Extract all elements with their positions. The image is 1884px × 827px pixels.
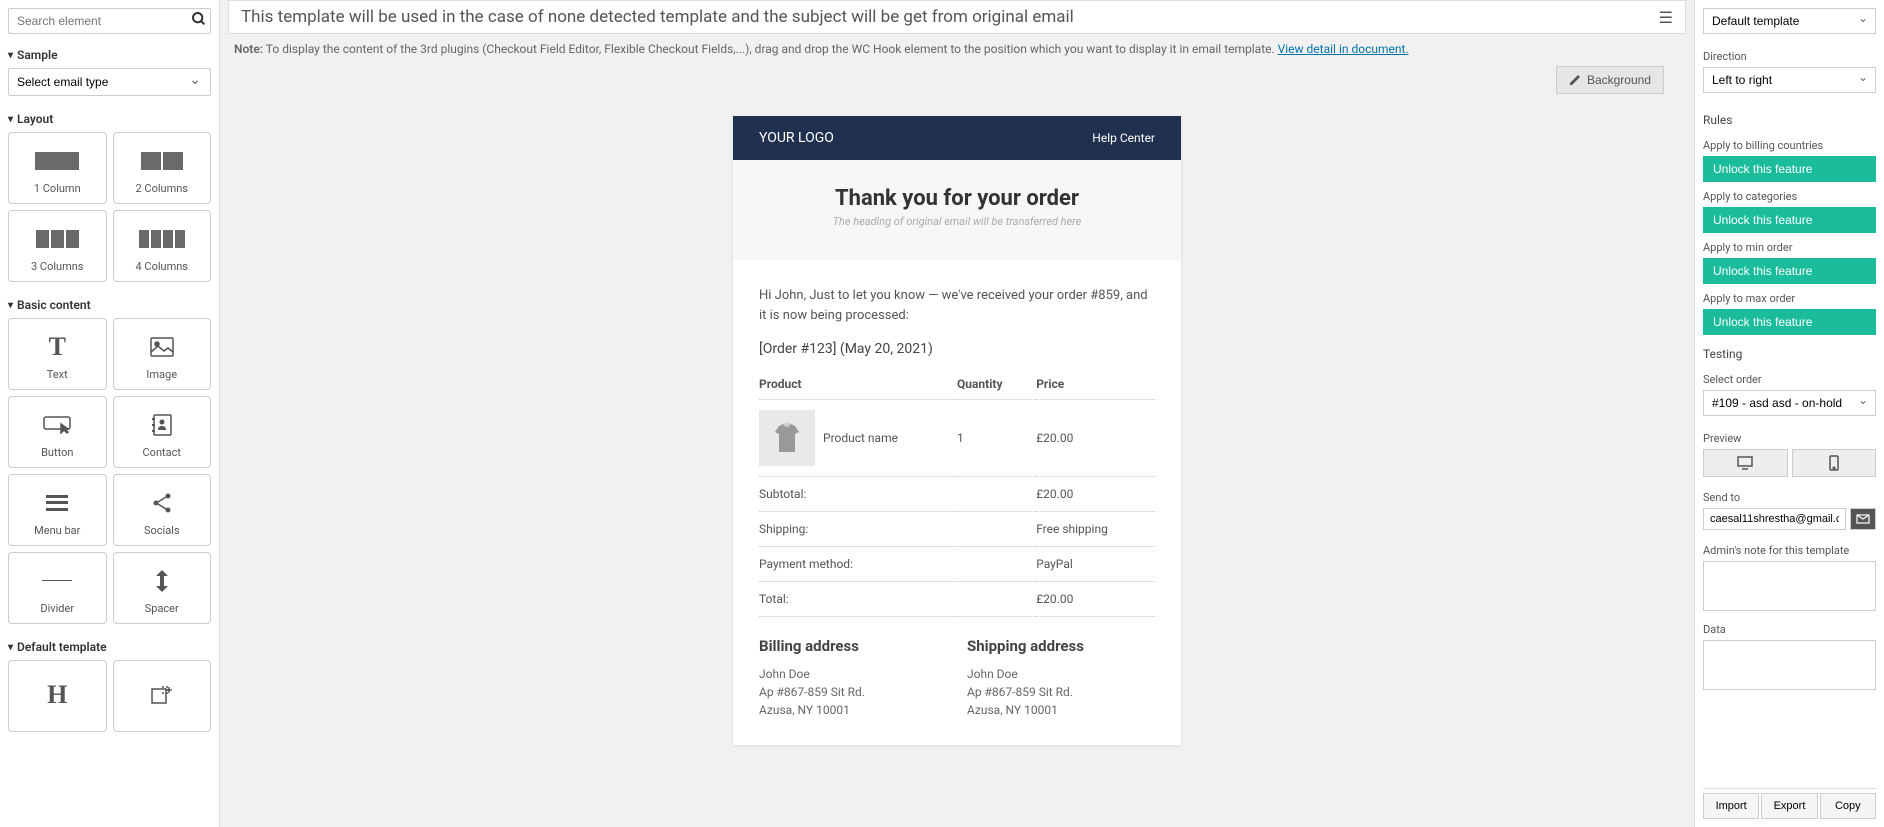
element-spacer[interactable]: Spacer — [113, 552, 212, 624]
share-icon — [151, 490, 173, 516]
main-canvas: This template will be used in the case o… — [220, 0, 1694, 827]
email-header: YOUR LOGO Help Center — [733, 116, 1181, 160]
contact-icon — [151, 412, 173, 438]
email-logo: YOUR LOGO — [759, 130, 834, 146]
email-hero: Thank you for your order The heading of … — [733, 160, 1181, 260]
select-order-label: Select order — [1703, 373, 1876, 386]
direction-select[interactable]: Left to right — [1703, 67, 1876, 93]
send-to-label: Send to — [1703, 491, 1876, 504]
admin-note-textarea[interactable] — [1703, 561, 1876, 611]
unlock-min-order[interactable]: Unlock this feature — [1703, 258, 1876, 284]
search-icon[interactable] — [191, 11, 207, 30]
layout-2-columns[interactable]: 2 Columns — [113, 132, 212, 204]
order-table: Product Quantity Price — [759, 369, 1155, 617]
testing-label: Testing — [1703, 347, 1876, 361]
order-title: [Order #123] (May 20, 2021) — [759, 341, 1155, 357]
order-select[interactable]: #109 - asd asd - on-hold — [1703, 390, 1876, 416]
layout-1-column[interactable]: 1 Column — [8, 132, 107, 204]
shipping-address: Shipping address John Doe Ap #867-859 Si… — [967, 637, 1155, 719]
hook-icon — [151, 682, 173, 708]
image-icon — [150, 334, 174, 360]
import-button[interactable]: Import — [1703, 793, 1759, 819]
shipping-row: Shipping:Free shipping — [759, 512, 1155, 547]
preview-mobile-button[interactable] — [1792, 449, 1877, 477]
template-select[interactable]: Default template — [1703, 8, 1876, 34]
rules-label: Rules — [1703, 113, 1876, 127]
email-subheading: The heading of original email will be tr… — [753, 215, 1161, 228]
menu-icon — [46, 490, 68, 516]
product-image — [759, 410, 815, 466]
element-socials[interactable]: Socials — [113, 474, 212, 546]
left-sidebar: Sample Select email type Layout 1 Column… — [0, 0, 220, 827]
element-image[interactable]: Image — [113, 318, 212, 390]
element-menu-bar[interactable]: Menu bar — [8, 474, 107, 546]
element-text[interactable]: TText — [8, 318, 107, 390]
payment-row: Payment method:PayPal — [759, 547, 1155, 582]
order-item-row: Product name 1 £20.00 — [759, 400, 1155, 477]
layout-3-columns[interactable]: 3 Columns — [8, 210, 107, 282]
export-button[interactable]: Export — [1761, 793, 1817, 819]
element-heading[interactable]: H — [8, 660, 107, 732]
billing-address: Billing address John Doe Ap #867-859 Sit… — [759, 637, 947, 719]
button-icon — [43, 412, 71, 438]
basic-content-section-header[interactable]: Basic content — [8, 292, 211, 318]
total-row: Total:£20.00 — [759, 582, 1155, 617]
element-hook[interactable] — [113, 660, 212, 732]
desktop-icon — [1737, 456, 1753, 470]
search-element-input[interactable] — [8, 8, 211, 34]
right-sidebar: Default template Direction Left to right… — [1694, 0, 1884, 827]
layout-4-columns[interactable]: 4 Columns — [113, 210, 212, 282]
email-preview: YOUR LOGO Help Center Thank you for your… — [733, 116, 1181, 745]
default-template-section-header[interactable]: Default template — [8, 634, 211, 660]
divider-icon — [42, 568, 72, 594]
plugin-note: Note: To display the content of the 3rd … — [220, 38, 1694, 66]
preview-label: Preview — [1703, 432, 1876, 445]
admin-note-label: Admin's note for this template — [1703, 544, 1876, 557]
element-divider[interactable]: Divider — [8, 552, 107, 624]
data-label: Data — [1703, 623, 1876, 636]
preview-desktop-button[interactable] — [1703, 449, 1788, 477]
heading-icon: H — [47, 682, 67, 708]
email-intro: Hi John, Just to let you know — we've re… — [759, 286, 1155, 325]
text-icon: T — [49, 334, 66, 360]
email-type-select[interactable]: Select email type — [8, 68, 211, 96]
pencil-icon — [1569, 74, 1581, 86]
element-contact[interactable]: Contact — [113, 396, 212, 468]
subtotal-row: Subtotal:£20.00 — [759, 477, 1155, 512]
view-detail-link[interactable]: View detail in document. — [1278, 42, 1409, 56]
unlock-billing-countries[interactable]: Unlock this feature — [1703, 156, 1876, 182]
send-email-button[interactable] — [1850, 508, 1876, 530]
template-subject-banner: This template will be used in the case o… — [228, 0, 1686, 34]
sample-section-header[interactable]: Sample — [8, 42, 211, 68]
copy-button[interactable]: Copy — [1820, 793, 1876, 819]
spacer-icon — [154, 568, 170, 594]
mobile-icon — [1829, 455, 1839, 471]
send-to-input[interactable] — [1703, 508, 1846, 530]
unlock-categories[interactable]: Unlock this feature — [1703, 207, 1876, 233]
banner-menu-icon[interactable]: ☰ — [1659, 8, 1673, 27]
background-button[interactable]: Background — [1556, 66, 1664, 94]
help-center-link[interactable]: Help Center — [1092, 131, 1155, 145]
mail-icon — [1856, 514, 1870, 524]
layout-section-header[interactable]: Layout — [8, 106, 211, 132]
email-heading: Thank you for your order — [753, 186, 1161, 211]
data-textarea[interactable] — [1703, 640, 1876, 690]
direction-label: Direction — [1703, 50, 1876, 63]
element-button[interactable]: Button — [8, 396, 107, 468]
unlock-max-order[interactable]: Unlock this feature — [1703, 309, 1876, 335]
